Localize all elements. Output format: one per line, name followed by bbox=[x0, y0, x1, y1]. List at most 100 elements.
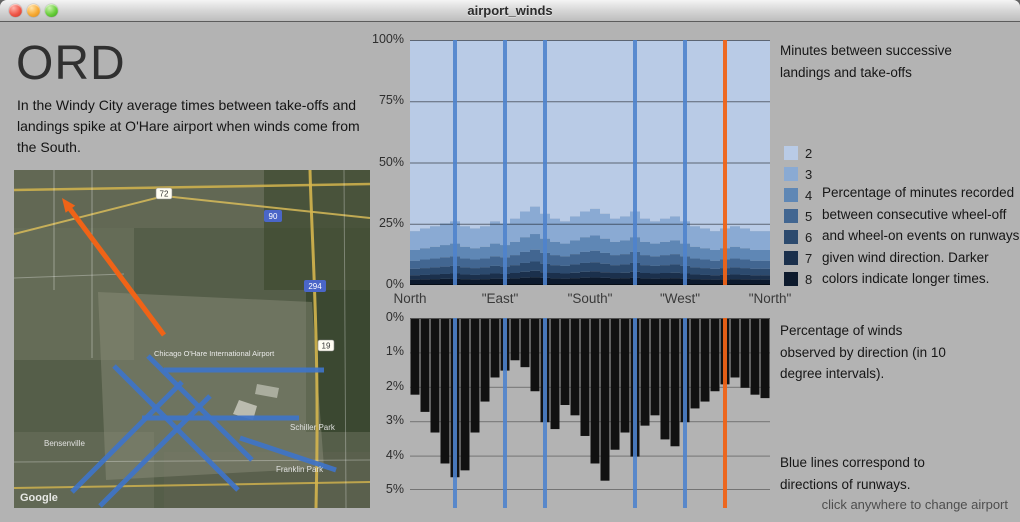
area-segment-7 bbox=[460, 274, 471, 280]
area-segment-6 bbox=[560, 265, 571, 274]
area-segment-6 bbox=[430, 267, 441, 275]
area-segment-5 bbox=[760, 260, 770, 269]
area-segment-7 bbox=[730, 274, 741, 280]
legend-label: 5 bbox=[805, 208, 813, 224]
runway-direction-line bbox=[683, 40, 687, 285]
y-tick-label: 0% bbox=[385, 277, 404, 291]
area-segment-5 bbox=[440, 257, 451, 267]
x-tick-label: "West" bbox=[659, 291, 701, 306]
area-segment-7 bbox=[470, 274, 481, 280]
area-segment-5 bbox=[700, 259, 711, 269]
wind-bar bbox=[520, 319, 530, 368]
area-segment-7 bbox=[610, 272, 621, 279]
annotation-minutes-between: Minutes between successive landings and … bbox=[780, 43, 952, 80]
area-segment-5 bbox=[520, 251, 531, 263]
y-tick-label: 50% bbox=[378, 155, 404, 169]
area-segment-5 bbox=[460, 258, 471, 268]
area-segment-2 bbox=[440, 40, 451, 224]
area-segment-3 bbox=[550, 218, 561, 242]
area-segment-3 bbox=[470, 228, 481, 249]
y-tick-label: 75% bbox=[378, 93, 404, 107]
area-segment-5 bbox=[670, 254, 681, 265]
area-segment-8 bbox=[600, 277, 611, 285]
wind-bar bbox=[760, 319, 770, 399]
visualization-canvas[interactable]: ORD In the Windy City average times betw… bbox=[0, 23, 1020, 522]
area-segment-6 bbox=[750, 268, 761, 276]
wind-bar bbox=[510, 319, 520, 361]
area-segment-5 bbox=[590, 250, 601, 263]
area-segment-2 bbox=[710, 40, 721, 232]
area-segment-7 bbox=[740, 274, 751, 280]
area-segment-4 bbox=[750, 249, 761, 261]
area-segment-2 bbox=[660, 40, 671, 219]
area-segment-4 bbox=[600, 238, 611, 253]
grid-line bbox=[410, 318, 770, 319]
airport-map[interactable]: 72 90 294 19 Chicago O'Hare Internationa… bbox=[14, 170, 370, 508]
area-segment-5 bbox=[420, 259, 431, 269]
area-segment-4 bbox=[510, 241, 521, 256]
area-segment-7 bbox=[660, 272, 671, 279]
area-segment-3 bbox=[620, 216, 631, 241]
area-segment-3 bbox=[440, 223, 451, 246]
area-segment-2 bbox=[510, 40, 521, 219]
route-shield-label: 19 bbox=[322, 342, 331, 351]
area-segment-5 bbox=[690, 258, 701, 268]
wind-direction-bar-chart[interactable] bbox=[410, 318, 770, 508]
area-segment-8 bbox=[670, 278, 681, 285]
area-segment-4 bbox=[730, 246, 741, 259]
y-tick-label: 5% bbox=[385, 482, 404, 496]
area-segment-2 bbox=[560, 40, 571, 222]
area-segment-6 bbox=[410, 268, 421, 276]
wind-bar bbox=[710, 319, 720, 392]
wind-bar bbox=[550, 319, 560, 430]
area-segment-4 bbox=[560, 243, 571, 257]
area-segment-6 bbox=[570, 264, 581, 273]
wind-bar bbox=[690, 319, 700, 409]
google-watermark: Google bbox=[20, 492, 58, 504]
place-label: Bensenville bbox=[44, 439, 85, 448]
area-segment-6 bbox=[700, 268, 711, 275]
area-segment-7 bbox=[570, 272, 581, 279]
area-segment-2 bbox=[570, 40, 581, 217]
area-segment-6 bbox=[480, 267, 491, 275]
route-shield-label: 90 bbox=[269, 212, 278, 221]
area-segment-5 bbox=[430, 258, 441, 268]
annotation-runway-lines: Blue lines correspond to directions of r… bbox=[780, 455, 925, 492]
area-segment-7 bbox=[650, 273, 661, 279]
wind-bar bbox=[660, 319, 670, 440]
x-tick-label: North bbox=[393, 291, 427, 306]
area-segment-7 bbox=[690, 274, 701, 280]
wind-bar bbox=[650, 319, 660, 416]
area-segment-3 bbox=[610, 218, 621, 242]
area-segment-3 bbox=[750, 231, 761, 250]
change-airport-hint: click anywhere to change airport bbox=[821, 497, 1008, 512]
area-segment-2 bbox=[740, 40, 751, 229]
area-segment-6 bbox=[690, 267, 701, 275]
area-segment-7 bbox=[430, 274, 441, 280]
area-segment-4 bbox=[470, 248, 481, 260]
area-segment-2 bbox=[470, 40, 481, 229]
area-segment-7 bbox=[410, 275, 421, 280]
area-segment-7 bbox=[620, 272, 631, 279]
y-tick-label: 4% bbox=[385, 448, 404, 462]
area-segment-2 bbox=[530, 40, 541, 207]
y-tick-label: 100% bbox=[372, 32, 404, 46]
area-segment-8 bbox=[580, 277, 591, 285]
area-segment-2 bbox=[410, 40, 421, 232]
window-titlebar[interactable]: airport_winds bbox=[0, 0, 1020, 22]
area-segment-4 bbox=[690, 246, 701, 259]
wind-bar bbox=[610, 319, 620, 450]
area-segment-2 bbox=[420, 40, 431, 229]
area-segment-4 bbox=[660, 241, 671, 256]
area-segment-4 bbox=[430, 246, 441, 259]
grid-line bbox=[410, 101, 770, 103]
runway-direction-line bbox=[503, 318, 507, 508]
landing-interval-stacked-chart[interactable] bbox=[410, 40, 770, 285]
area-segment-6 bbox=[510, 265, 521, 273]
grid-line bbox=[410, 489, 770, 490]
legend-item: 4 bbox=[784, 188, 812, 203]
area-segment-5 bbox=[550, 255, 561, 266]
area-segment-3 bbox=[660, 218, 671, 242]
wind-bar bbox=[740, 319, 750, 388]
area-segment-6 bbox=[580, 262, 591, 272]
